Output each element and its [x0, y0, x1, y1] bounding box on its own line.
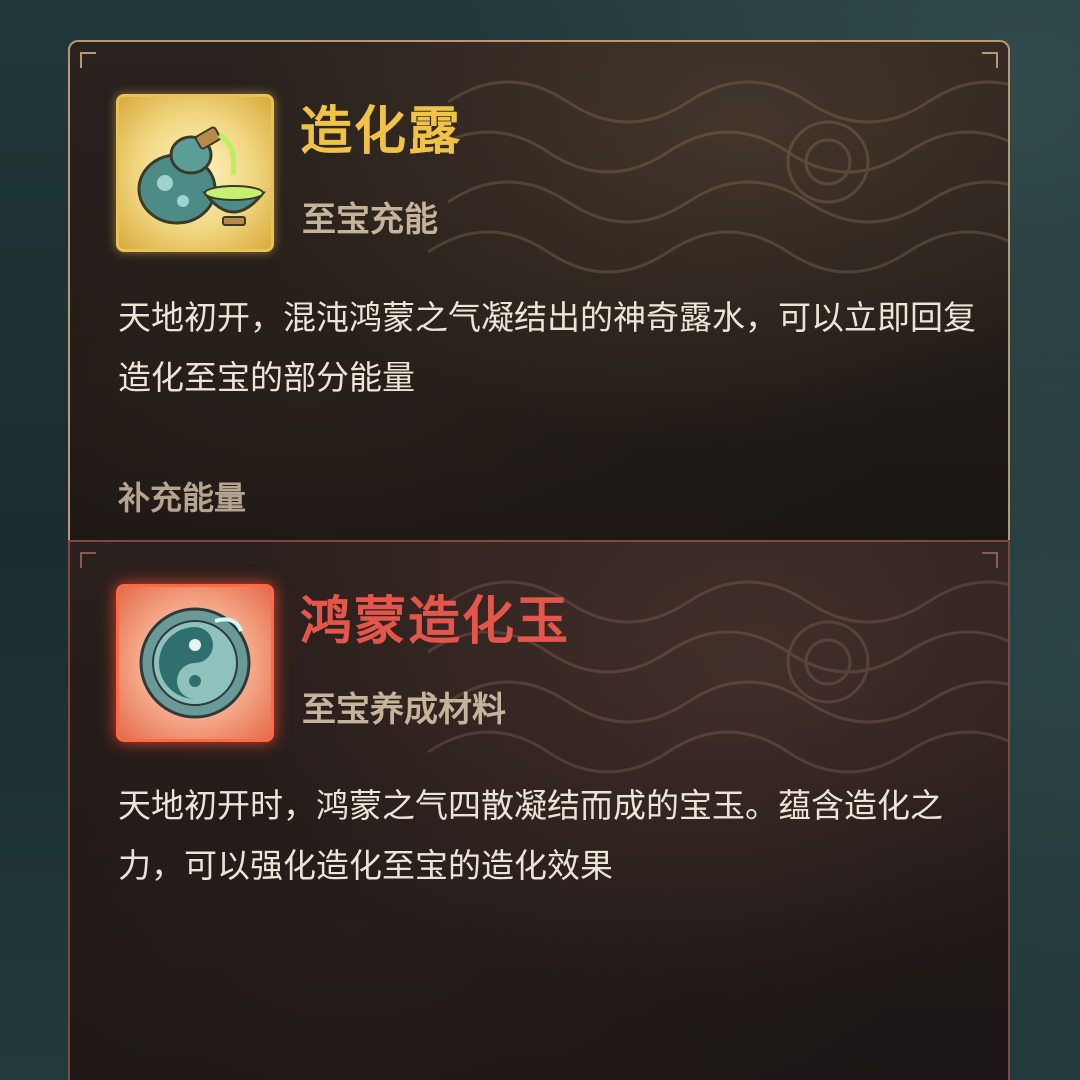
- item-tooltip-screen: 造化露 至宝充能 天地初开，混沌鸿蒙之气凝结出的神奇露水，可以立即回复造化至宝的…: [0, 0, 1080, 1080]
- corner-ornament: [982, 552, 998, 568]
- item-name: 鸿蒙造化玉: [300, 592, 571, 652]
- item-type: 至宝充能: [302, 200, 438, 240]
- corner-ornament: [80, 552, 96, 568]
- item-card-jade: 鸿蒙造化玉 至宝养成材料 天地初开时，鸿蒙之气四散凝结而成的宝玉。蕴含造化之力，…: [68, 540, 1010, 1080]
- item-card-dew: 造化露 至宝充能 天地初开，混沌鸿蒙之气凝结出的神奇露水，可以立即回复造化至宝的…: [68, 40, 1010, 544]
- item-type: 至宝养成材料: [302, 690, 506, 730]
- corner-ornament: [982, 52, 998, 68]
- item-description: 天地初开时，鸿蒙之气四散凝结而成的宝玉。蕴含造化之力，可以强化造化至宝的造化效果: [118, 786, 943, 885]
- item-description: 天地初开，混沌鸿蒙之气凝结出的神奇露水，可以立即回复造化至宝的部分能量: [118, 298, 976, 397]
- corner-ornament: [80, 52, 96, 68]
- jade-disc-icon: [116, 584, 274, 742]
- item-name: 造化露: [300, 102, 463, 162]
- recharge-energy-button[interactable]: 补充能量: [118, 478, 246, 518]
- gourd-and-bowl-icon: [116, 94, 274, 252]
